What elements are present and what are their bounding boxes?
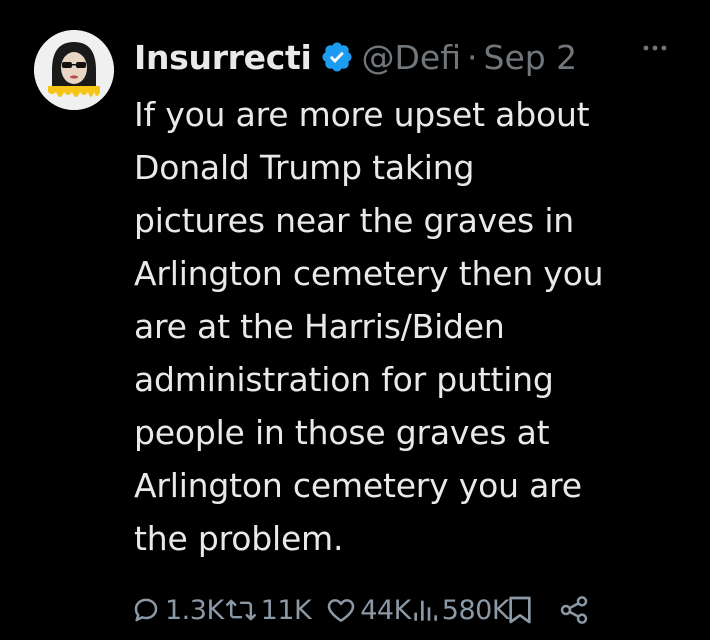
header-separator: · <box>467 37 478 77</box>
bookmark-button[interactable] <box>505 594 535 626</box>
like-button[interactable]: 44K <box>325 594 411 626</box>
avatar-image <box>34 30 114 110</box>
retweet-icon <box>225 599 256 621</box>
avatar[interactable] <box>34 30 114 110</box>
views-icon <box>414 600 437 621</box>
tweet-body-line: Arlington cemetery then you <box>134 254 604 293</box>
like-count: 44K <box>360 594 411 626</box>
more-horizontal-icon[interactable] <box>640 38 670 58</box>
tweet-card[interactable]: Insurrecti @Defi · Sep 2 If you are more… <box>0 0 710 640</box>
share-icon <box>560 596 588 624</box>
view-count: 580K <box>441 594 510 626</box>
tweet-body-line: If you are more upset about <box>134 95 590 134</box>
share-button[interactable] <box>557 594 591 626</box>
retweet-count: 11K <box>260 594 312 626</box>
tweet-header: Insurrecti @Defi · Sep 2 <box>134 32 577 82</box>
verified-badge-icon[interactable] <box>320 40 354 74</box>
reply-icon <box>134 598 158 622</box>
reply-button[interactable]: 1.3K <box>130 594 224 626</box>
author-display-name[interactable]: Insurrecti <box>134 38 312 77</box>
bookmark-icon <box>509 596 531 624</box>
author-handle[interactable]: @Defi <box>362 38 462 77</box>
tweet-body-line: administration for putting <box>134 360 554 399</box>
tweet-timestamp[interactable]: Sep 2 <box>484 38 578 77</box>
tweet-body-line: the problem. <box>134 519 344 558</box>
views-button[interactable]: 580K <box>411 594 510 626</box>
retweet-button[interactable]: 11K <box>224 594 312 626</box>
tweet-body: If you are more upset about Donald Trump… <box>134 88 694 565</box>
tweet-body-line: pictures near the graves in <box>134 201 575 240</box>
tweet-body-line: people in those graves at <box>134 413 550 452</box>
heart-icon <box>327 599 355 622</box>
tweet-body-line: Arlington cemetery you are <box>134 466 582 505</box>
tweet-body-line: Donald Trump taking <box>134 148 475 187</box>
reply-count: 1.3K <box>165 594 224 626</box>
tweet-actions-bar: 1.3K 11K 44K 580K <box>130 588 710 632</box>
tweet-body-line: are at the Harris/Biden <box>134 307 505 346</box>
